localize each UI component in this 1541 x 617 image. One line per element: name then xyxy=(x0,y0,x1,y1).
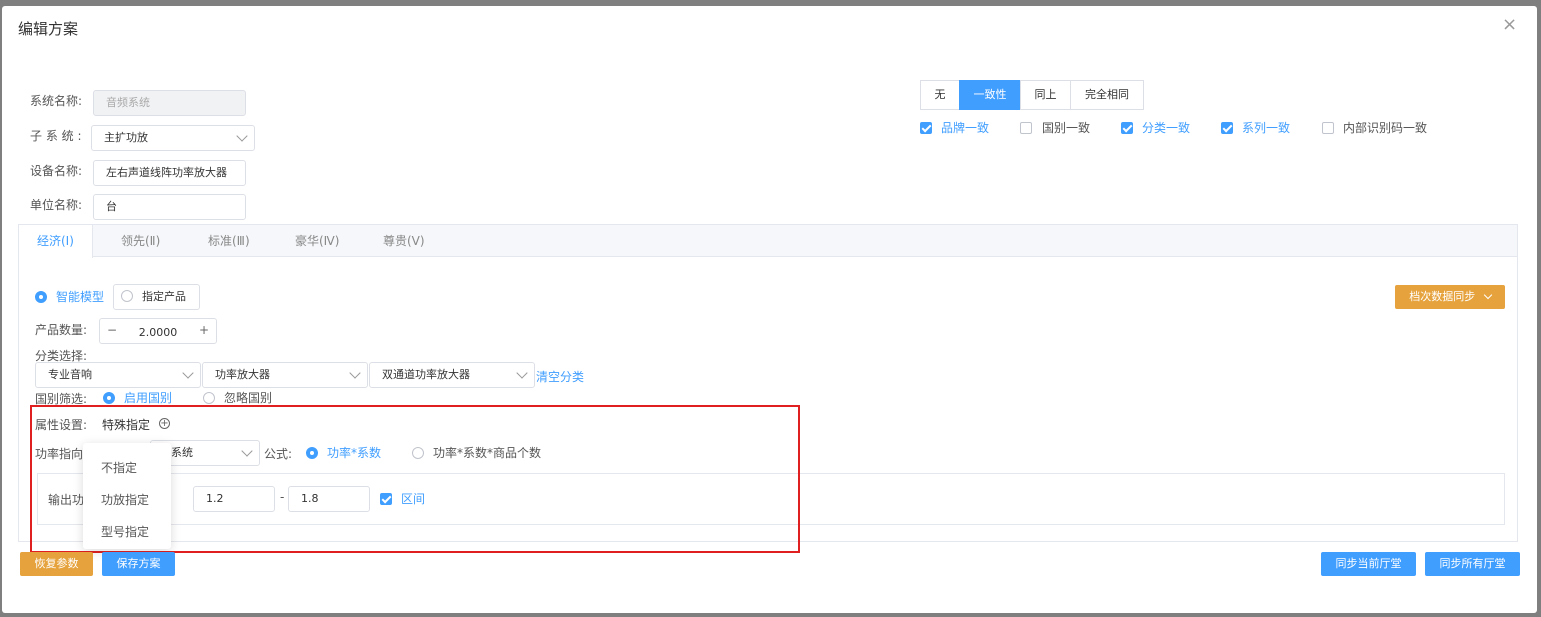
minus-button[interactable]: − xyxy=(100,319,124,343)
subsystem-label: 子 系 统 : xyxy=(30,129,82,143)
category-select-3[interactable]: 双通道功率放大器 xyxy=(369,362,535,388)
seg-consistency[interactable]: 一致性 xyxy=(959,80,1021,110)
tab-bar: 经济(Ⅰ) 领先(Ⅱ) 标准(Ⅲ) 豪华(Ⅳ) 尊贵(Ⅴ) xyxy=(19,225,1517,258)
category-2-value: 功率放大器 xyxy=(215,368,270,381)
category-select-2[interactable]: 功率放大器 xyxy=(202,362,368,388)
dropdown-item-amplifier[interactable]: 功放指定 xyxy=(101,491,149,508)
seg-same-as-above[interactable]: 同上 xyxy=(1020,80,1071,110)
tab-standard[interactable]: 标准(Ⅲ) xyxy=(208,225,250,257)
country-consistent-label: 国别一致 xyxy=(1042,121,1091,135)
system-name-field: 音频系统 xyxy=(93,90,246,116)
subsystem-select[interactable]: 主扩功放 xyxy=(91,125,255,151)
tab-premium[interactable]: 尊贵(Ⅴ) xyxy=(383,225,425,257)
enable-country-label: 启用国别 xyxy=(124,391,173,405)
dropdown-item-model[interactable]: 型号指定 xyxy=(101,523,149,540)
sync-all-halls-button[interactable]: 同步所有厅堂 xyxy=(1425,552,1520,576)
smart-model-radio[interactable] xyxy=(35,291,47,303)
internal-code-consistent-label: 内部识别码一致 xyxy=(1343,121,1428,135)
internal-code-consistent-checkbox[interactable] xyxy=(1322,122,1334,134)
quantity-label: 产品数量: xyxy=(35,323,88,337)
dropdown-item-none[interactable]: 不指定 xyxy=(101,459,137,476)
ignore-country-label: 忽略国别 xyxy=(224,391,273,405)
category-1-value: 专业音响 xyxy=(48,368,92,381)
subsystem-value: 主扩功放 xyxy=(104,131,148,144)
category-consistent-label: 分类一致 xyxy=(1142,121,1191,135)
specified-product-radio[interactable] xyxy=(121,290,133,302)
restore-params-button[interactable]: 恢复参数 xyxy=(20,552,93,576)
specified-product-label: 指定产品 xyxy=(142,290,186,303)
system-name-label: 系统名称: xyxy=(30,94,83,108)
smart-model-label: 智能模型 xyxy=(56,290,105,304)
unit-name-field[interactable]: 台 xyxy=(93,194,246,220)
category-consistent-checkbox[interactable] xyxy=(1121,122,1133,134)
series-consistent-checkbox[interactable] xyxy=(1221,122,1233,134)
brand-consistent-checkbox[interactable] xyxy=(920,122,932,134)
quantity-value: 2.0000 xyxy=(138,326,178,339)
grade-data-sync-label: 档次数据同步 xyxy=(1409,290,1476,303)
quantity-stepper[interactable]: − 2.0000 + xyxy=(99,318,217,344)
close-icon[interactable]: × xyxy=(1502,14,1517,35)
device-name-field[interactable]: 左右声道线阵功率放大器 xyxy=(93,160,246,186)
country-consistent-checkbox[interactable] xyxy=(1020,122,1032,134)
device-name-label: 设备名称: xyxy=(30,164,83,178)
category-select-1[interactable]: 专业音响 xyxy=(35,362,201,388)
tab-luxury[interactable]: 豪华(Ⅳ) xyxy=(295,225,339,257)
plus-button[interactable]: + xyxy=(192,319,216,343)
special-spec-dropdown: 不指定 功放指定 型号指定 xyxy=(83,443,171,549)
unit-name-label: 单位名称: xyxy=(30,198,83,212)
brand-consistent-label: 品牌一致 xyxy=(941,121,990,135)
ignore-country-radio[interactable] xyxy=(203,392,215,404)
tab-economy[interactable]: 经济(Ⅰ) xyxy=(19,225,93,258)
chevron-down-icon xyxy=(182,367,194,379)
save-plan-button[interactable]: 保存方案 xyxy=(102,552,175,576)
series-consistent-label: 系列一致 xyxy=(1242,121,1291,135)
sync-current-hall-button[interactable]: 同步当前厅堂 xyxy=(1321,552,1416,576)
seg-none[interactable]: 无 xyxy=(920,80,960,110)
chevron-down-icon xyxy=(236,130,248,142)
chevron-down-icon xyxy=(516,367,528,379)
grade-data-sync-button[interactable]: 档次数据同步 xyxy=(1395,285,1505,309)
chevron-down-icon xyxy=(1483,290,1492,300)
enable-country-radio[interactable] xyxy=(103,392,115,404)
clear-category-link[interactable]: 清空分类 xyxy=(536,368,584,385)
chevron-down-icon xyxy=(349,367,361,379)
tab-leading[interactable]: 领先(Ⅱ) xyxy=(121,225,160,257)
category-3-value: 双通道功率放大器 xyxy=(382,368,470,381)
dialog-title: 编辑方案 xyxy=(18,20,79,38)
seg-identical[interactable]: 完全相同 xyxy=(1070,80,1144,110)
